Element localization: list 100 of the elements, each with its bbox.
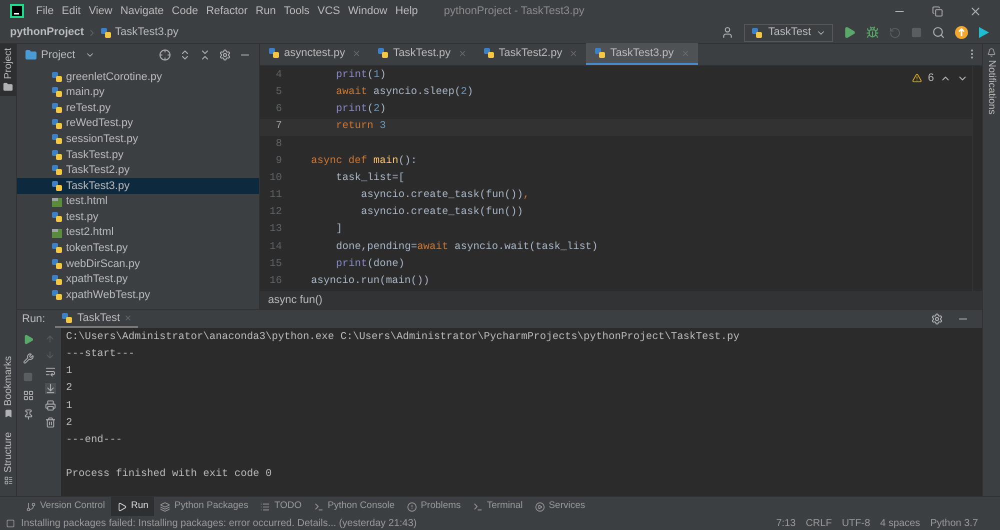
run-config-dropdown[interactable]: TaskTest [744, 24, 833, 42]
breadcrumb-item[interactable]: TaskTest3.py [114, 24, 179, 41]
console-output-line: C:\Users\Administrator\anaconda3\python.exe C:\Users\Administrator\PycharmProjects\pythonProject\TaskTest.py [66, 330, 740, 345]
file-tree-item[interactable]: test.html [17, 194, 259, 210]
file-tree-item[interactable]: xpathWebTest.py [17, 287, 259, 303]
bug-icon[interactable] [866, 26, 879, 39]
terminal-icon [314, 502, 324, 512]
python-file-icon [51, 289, 63, 302]
menu-item[interactable]: Edit [62, 2, 81, 20]
code-line: ] [336, 222, 342, 238]
menu-item[interactable]: Code [172, 2, 198, 20]
file-tree-item[interactable]: xpathTest.py [17, 272, 259, 288]
python-file-icon [594, 47, 606, 59]
status-item[interactable]: UTF-8 [842, 516, 870, 530]
menu-item[interactable]: Run [256, 2, 276, 20]
run-icon[interactable] [843, 26, 856, 39]
bookmarks-tool-tab[interactable]: Bookmarks [0, 356, 16, 418]
line-number: 7 [274, 119, 282, 134]
tool-window-tab[interactable]: Run [110, 496, 154, 516]
editor-tab[interactable]: TaskTest3.py [586, 43, 698, 65]
line-number: 14 [268, 240, 282, 255]
python-file-icon [377, 47, 390, 59]
triangle-icon[interactable] [978, 26, 990, 39]
tool-window-tab[interactable]: Version Control [20, 496, 111, 516]
folder-icon [25, 49, 37, 61]
soft-wrap-icon[interactable] [44, 366, 56, 377]
line-number: 8 [274, 136, 282, 152]
file-tree-item[interactable]: TaskTest.py [17, 146, 259, 163]
trash-icon[interactable] [44, 417, 56, 428]
window-title: pythonProject - TaskTest3.py [444, 4, 584, 19]
layout-icon[interactable] [22, 390, 34, 401]
editor-tab[interactable]: TaskTest2.py [474, 43, 586, 65]
file-tree-item[interactable]: main.py [17, 84, 259, 100]
code-line: print(2) [336, 102, 386, 118]
branch-icon [26, 502, 36, 512]
console-output-line: Process finished with exit code 0 [66, 467, 272, 482]
python-file-icon [268, 47, 280, 59]
settings-icon[interactable] [219, 49, 231, 61]
structure-tool-tab[interactable]: Structure [0, 432, 16, 485]
print-icon[interactable] [44, 400, 56, 411]
tool-window-tab[interactable]: Problems [400, 496, 467, 516]
list-icon [260, 502, 270, 512]
file-tree-item[interactable]: greenletCorotine.py [17, 69, 259, 85]
search-icon[interactable] [932, 26, 945, 39]
python-file-icon [751, 26, 764, 38]
close-icon[interactable] [969, 4, 982, 18]
menu-item[interactable]: Refactor [206, 2, 248, 20]
bell-icon [987, 48, 996, 57]
python-file-icon [51, 70, 63, 83]
update-icon[interactable] [955, 26, 968, 39]
tool-window-tab[interactable]: TODO [254, 496, 308, 516]
pin-icon[interactable] [22, 409, 34, 420]
file-tree-item[interactable]: sessionTest.py [17, 131, 259, 147]
user-icon[interactable] [721, 26, 734, 39]
menu-item[interactable]: Window [348, 2, 388, 20]
restore-icon[interactable] [932, 6, 943, 16]
python-file-icon [51, 118, 63, 130]
file-tree-item[interactable]: TaskTest2.py [17, 162, 259, 178]
tool-window-tab[interactable]: Terminal [466, 496, 529, 516]
warning-count[interactable]: 6 [928, 70, 934, 86]
settings-icon[interactable] [931, 313, 943, 325]
editor-tab[interactable]: TaskTest.py [369, 43, 475, 65]
python-file-icon [51, 180, 63, 192]
expand-all-icon[interactable] [179, 49, 191, 61]
console-output-line: 2 [66, 416, 72, 431]
notifications-tool-tab[interactable]: Notifications [984, 48, 999, 114]
menu-item[interactable]: Navigate [120, 2, 164, 20]
project-view-dropdown[interactable]: Project [25, 46, 96, 64]
status-item[interactable]: Python 3.7 [930, 516, 978, 530]
scroll-to-end-icon[interactable] [44, 383, 56, 394]
file-tree-item[interactable]: TaskTest3.py [17, 178, 259, 194]
file-tree-item[interactable]: test.py [17, 209, 259, 225]
menu-item[interactable]: Tools [284, 2, 310, 20]
tool-window-tab[interactable]: Services [528, 496, 592, 516]
file-tree-item[interactable]: webDirScan.py [17, 256, 259, 272]
wrench-icon[interactable] [22, 353, 34, 364]
code-line: await asyncio.sleep(2) [336, 84, 474, 100]
file-tree-item[interactable]: reTest.py [17, 100, 259, 116]
editor-breadcrumb[interactable]: async fun() [268, 292, 322, 308]
breadcrumb-item[interactable]: pythonProject [10, 24, 84, 41]
menu-item[interactable]: VCS [318, 2, 340, 20]
tool-window-tab[interactable]: Python Console [308, 496, 401, 516]
tool-window-tab[interactable]: Python Packages [154, 496, 254, 516]
rerun-icon[interactable] [22, 334, 34, 345]
project-tool-tab[interactable]: Project [0, 44, 16, 96]
file-tree-item[interactable]: test2.html [17, 224, 259, 241]
collapse-all-icon[interactable] [199, 49, 211, 61]
status-item[interactable]: 7:13 [776, 516, 796, 530]
locate-icon[interactable] [159, 49, 171, 61]
status-item[interactable]: 4 spaces [880, 516, 920, 530]
file-tree-item[interactable]: reWedTest.py [17, 116, 259, 132]
editor-tab[interactable]: asynctest.py [260, 43, 370, 65]
warning-icon[interactable] [912, 73, 922, 84]
menu-item[interactable]: View [88, 2, 112, 20]
python-file-icon [51, 148, 63, 161]
menu-item[interactable]: Help [395, 2, 418, 20]
menu-item[interactable]: File [36, 2, 54, 20]
status-message[interactable]: Installing packages failed: Installing packages: error occurred. Details... (yesterday 21:43) [21, 516, 417, 530]
file-tree-item[interactable]: tokenTest.py [17, 240, 259, 256]
status-item[interactable]: CRLF [806, 516, 832, 530]
